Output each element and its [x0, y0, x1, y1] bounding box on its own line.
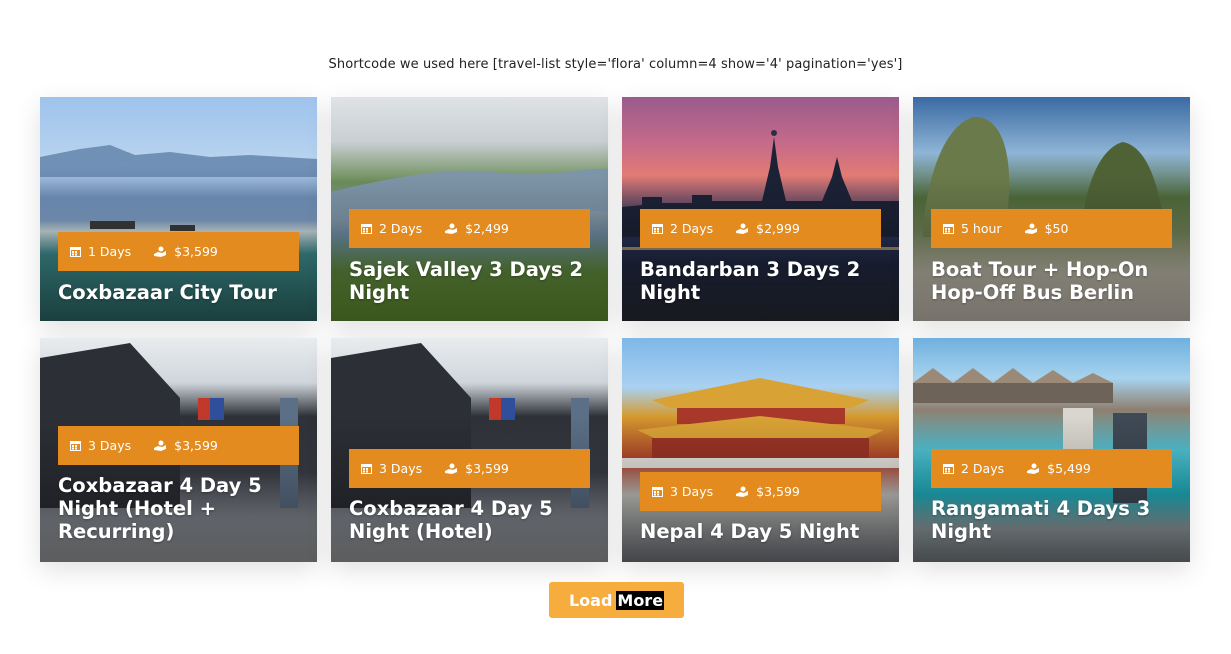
tour-price: $3,599 — [756, 484, 800, 499]
tour-duration: 5 hour — [961, 221, 1002, 236]
tour-price: $5,499 — [1047, 461, 1091, 476]
tour-price: $2,999 — [756, 221, 800, 236]
tour-title[interactable]: Coxbazaar 4 Day 5 Night (Hotel) — [349, 497, 594, 543]
tour-duration: 1 Days — [88, 244, 132, 259]
tour-card[interactable]: 2 Days $2,999 Bandarban 3 Days 2 Night — [622, 97, 899, 321]
load-more-label-load: Load — [568, 590, 613, 610]
tour-price: $3,599 — [174, 244, 218, 259]
tour-price: $3,599 — [174, 438, 218, 453]
tour-title[interactable]: Coxbazaar City Tour — [58, 281, 303, 304]
calendar-icon — [652, 223, 663, 234]
tour-duration: 3 Days — [379, 461, 423, 476]
tour-duration: 3 Days — [670, 484, 714, 499]
calendar-icon — [361, 463, 372, 474]
tour-title[interactable]: Sajek Valley 3 Days 2 Night — [349, 258, 594, 304]
tour-price: $3,599 — [465, 461, 509, 476]
calendar-icon — [361, 223, 372, 234]
tour-card[interactable]: 3 Days $3,599 Nepal 4 Day 5 Night — [622, 338, 899, 562]
tour-grid: 1 Days $3,599 Coxbazaar City Tour 2 Days… — [40, 97, 1192, 562]
tour-card[interactable]: 1 Days $3,599 Coxbazaar City Tour — [40, 97, 317, 321]
calendar-icon — [70, 246, 81, 257]
tour-card[interactable]: 2 Days $2,499 Sajek Valley 3 Days 2 Nigh… — [331, 97, 608, 321]
tour-meta: 2 Days $2,499 — [349, 209, 590, 248]
calendar-icon — [70, 440, 81, 451]
tour-title[interactable]: Coxbazaar 4 Day 5 Night (Hotel + Recurri… — [58, 474, 303, 543]
tour-duration: 3 Days — [88, 438, 132, 453]
tour-card[interactable]: 3 Days $3,599 Coxbazaar 4 Day 5 Night (H… — [40, 338, 317, 562]
tour-meta: 3 Days $3,599 — [58, 426, 299, 465]
hand-money-icon — [735, 223, 749, 235]
hand-money-icon — [444, 463, 458, 475]
load-more-label-more: More — [616, 590, 665, 610]
tour-price: $2,499 — [465, 221, 509, 236]
calendar-icon — [943, 223, 954, 234]
load-more-button[interactable]: Load More — [549, 582, 684, 618]
tour-meta: 2 Days $5,499 — [931, 449, 1172, 488]
tour-title[interactable]: Bandarban 3 Days 2 Night — [640, 258, 885, 304]
hand-money-icon — [153, 246, 167, 258]
hand-money-icon — [1026, 463, 1040, 475]
tour-card[interactable]: 2 Days $5,499 Rangamati 4 Days 3 Night — [913, 338, 1190, 562]
calendar-icon — [652, 486, 663, 497]
hand-money-icon — [1024, 223, 1038, 235]
tour-duration: 2 Days — [670, 221, 714, 236]
tour-meta: 1 Days $3,599 — [58, 232, 299, 271]
hand-money-icon — [153, 440, 167, 452]
tour-meta: 5 hour $50 — [931, 209, 1172, 248]
hand-money-icon — [735, 486, 749, 498]
tour-meta: 3 Days $3,599 — [640, 472, 881, 511]
tour-card[interactable]: 3 Days $3,599 Coxbazaar 4 Day 5 Night (H… — [331, 338, 608, 562]
shortcode-caption: Shortcode we used here [travel-list styl… — [328, 57, 903, 72]
tour-card[interactable]: 5 hour $50 Boat Tour + Hop-On Hop-Off Bu… — [913, 97, 1190, 321]
calendar-icon — [943, 463, 954, 474]
tour-meta: 3 Days $3,599 — [349, 449, 590, 488]
tour-duration: 2 Days — [379, 221, 423, 236]
tour-title[interactable]: Boat Tour + Hop-On Hop-Off Bus Berlin — [931, 258, 1176, 304]
tour-meta: 2 Days $2,999 — [640, 209, 881, 248]
hand-money-icon — [444, 223, 458, 235]
tour-duration: 2 Days — [961, 461, 1005, 476]
tour-title[interactable]: Rangamati 4 Days 3 Night — [931, 497, 1176, 543]
tour-price: $50 — [1044, 221, 1069, 236]
tour-title[interactable]: Nepal 4 Day 5 Night — [640, 520, 885, 543]
